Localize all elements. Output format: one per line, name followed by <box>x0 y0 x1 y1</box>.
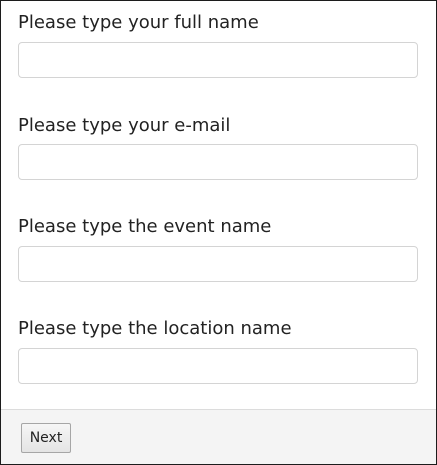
full-name-input[interactable] <box>18 42 418 78</box>
location-name-label: Please type the location name <box>18 318 292 339</box>
event-name-label: Please type the event name <box>18 216 272 237</box>
email-input[interactable] <box>18 144 418 180</box>
form-footer: Next <box>1 409 436 464</box>
location-name-input[interactable] <box>18 348 418 384</box>
next-button[interactable]: Next <box>21 423 71 453</box>
full-name-label: Please type your full name <box>18 12 259 33</box>
email-label: Please type your e-mail <box>18 115 231 136</box>
form-body: Please type your full name Please type y… <box>1 1 436 409</box>
event-name-input[interactable] <box>18 246 418 282</box>
form-window: Please type your full name Please type y… <box>0 0 437 465</box>
